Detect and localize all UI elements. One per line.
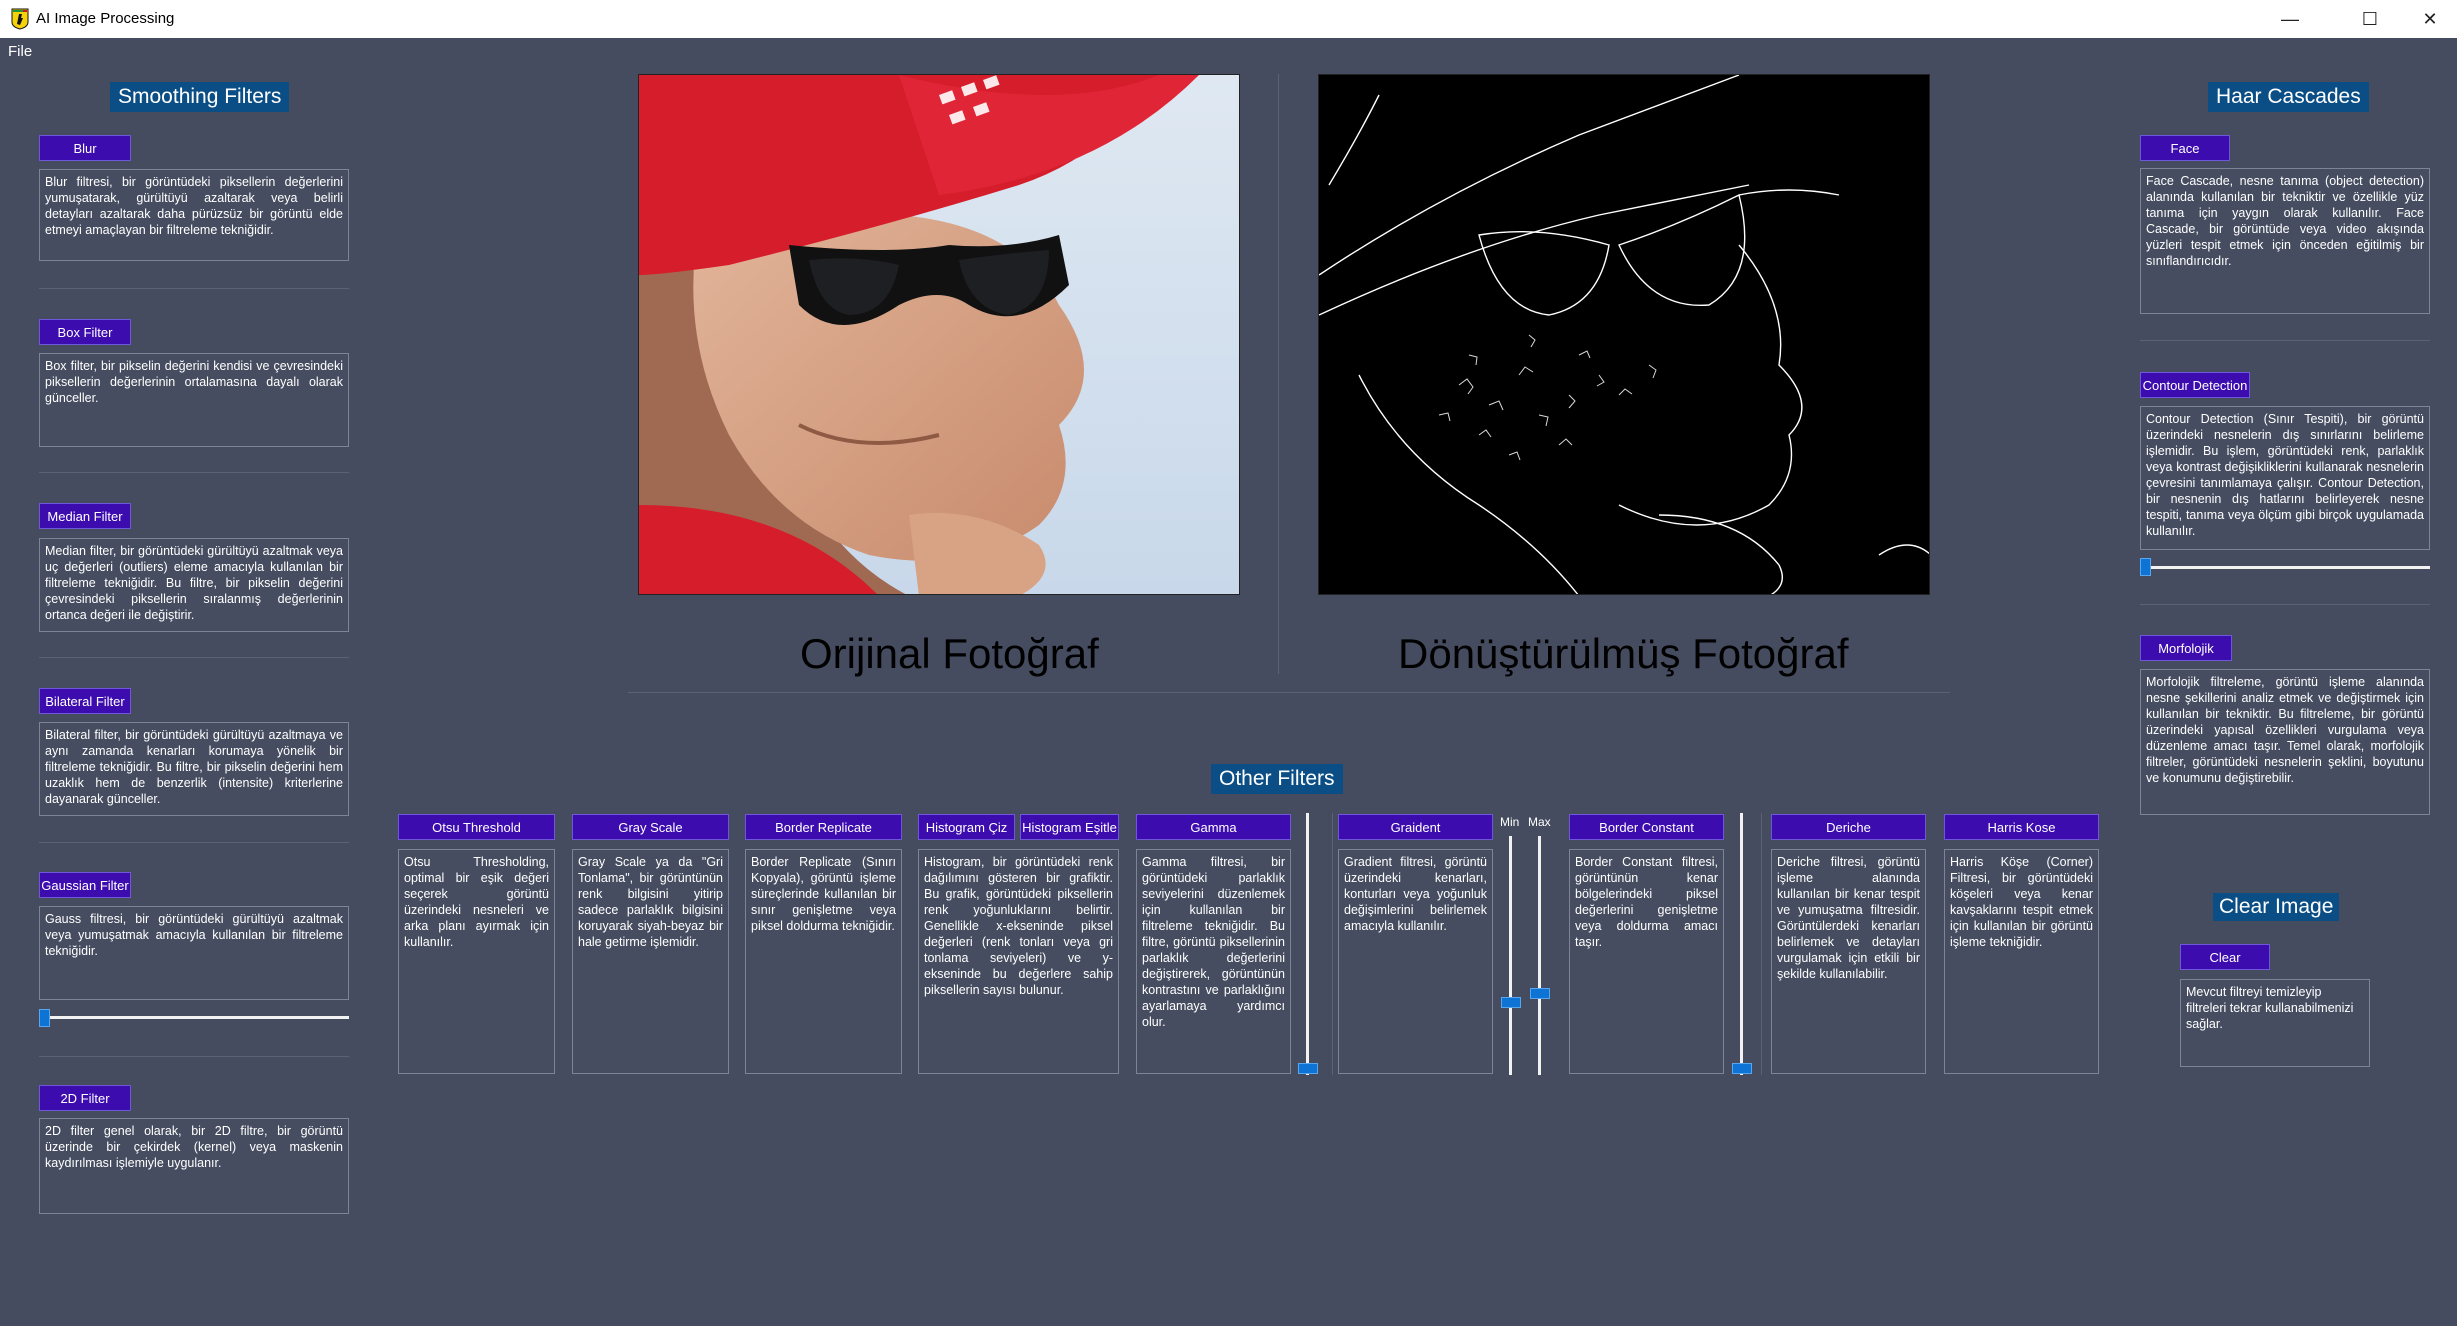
gaussian-filter-description: Gauss filtresi, bir görüntüdeki gürültüy…: [39, 906, 349, 1000]
face-button[interactable]: Face: [2140, 135, 2230, 161]
close-icon: ✕: [2422, 8, 2438, 29]
histogram-draw-button[interactable]: Histogram Çiz: [918, 814, 1015, 840]
gamma-slider-handle[interactable]: [1298, 1063, 1318, 1074]
2d-filter-button[interactable]: 2D Filter: [39, 1085, 131, 1111]
median-filter-description: Median filter, bir görüntüdeki gürültüyü…: [39, 538, 349, 632]
original-image: [638, 74, 1240, 595]
clear-image-title: Clear Image: [2213, 893, 2340, 921]
harris-corner-button[interactable]: Harris Kose: [1944, 814, 2099, 840]
border-constant-button[interactable]: Border Constant: [1569, 814, 1724, 840]
other-filters-title: Other Filters: [1211, 764, 1343, 794]
title-bar: AI Image Processing — ☐ ✕: [0, 0, 2457, 38]
gray-scale-description: Gray Scale ya da "Gri Tonlama", bir görü…: [572, 849, 729, 1074]
2d-filter-description: 2D filter genel olarak, bir 2D filtre, b…: [39, 1118, 349, 1214]
gradient-button[interactable]: Graident: [1338, 814, 1493, 840]
gamma-button[interactable]: Gamma: [1136, 814, 1291, 840]
bilateral-filter-description: Bilateral filter, bir görüntüdeki gürült…: [39, 722, 349, 816]
divider: [39, 657, 349, 658]
contour-detection-description: Contour Detection (Sınır Tespiti), bir g…: [2140, 406, 2430, 550]
converted-caption: Dönüştürülmüş Fotoğraf: [1398, 630, 1849, 677]
clear-description: Mevcut filtreyi temizleyip filtreleri te…: [2180, 979, 2370, 1067]
contour-detection-button[interactable]: Contour Detection: [2140, 372, 2250, 398]
border-constant-description: Border Constant filtresi, görüntünün ken…: [1569, 849, 1724, 1074]
deriche-button[interactable]: Deriche: [1771, 814, 1926, 840]
divider: [2140, 604, 2430, 605]
minimize-button[interactable]: —: [2255, 0, 2325, 38]
minimize-icon: —: [2281, 8, 2299, 29]
smoothing-filters-title: Smoothing Filters: [110, 82, 290, 112]
original-caption: Orijinal Fotoğraf: [800, 630, 1099, 677]
median-filter-button[interactable]: Median Filter: [39, 503, 131, 529]
menu-file[interactable]: File: [8, 43, 32, 60]
border-replicate-button[interactable]: Border Replicate: [745, 814, 902, 840]
gamma-slider-track[interactable]: [1306, 813, 1309, 1075]
divider: [39, 472, 349, 473]
otsu-threshold-description: Otsu Thresholding, optimal bir eşik değe…: [398, 849, 555, 1074]
gradient-min-label: Min: [1500, 815, 1520, 829]
clear-button[interactable]: Clear: [2180, 944, 2270, 970]
haar-cascades-title: Haar Cascades: [2208, 82, 2369, 112]
border-replicate-description: Border Replicate (Sınırı Kopyala), görün…: [745, 849, 902, 1074]
border-constant-slider-handle[interactable]: [1732, 1063, 1752, 1074]
converted-image: [1318, 74, 1930, 595]
close-button[interactable]: ✕: [2395, 0, 2457, 38]
contour-slider-handle[interactable]: [2140, 558, 2151, 576]
histogram-description: Histogram, bir görüntüdeki renk dağılımı…: [918, 849, 1119, 1074]
harris-corner-description: Harris Köşe (Corner) Filtresi, bir görün…: [1944, 849, 2099, 1074]
divider: [2140, 340, 2430, 341]
gaussian-slider-track[interactable]: [39, 1016, 349, 1019]
divider: [39, 842, 349, 843]
window-title: AI Image Processing: [36, 10, 175, 27]
app-logo-icon: [11, 8, 29, 30]
deriche-description: Deriche filtresi, görüntü işleme alanınd…: [1771, 849, 1926, 1074]
box-filter-button[interactable]: Box Filter: [39, 319, 131, 345]
histogram-equalize-button[interactable]: Histogram Eşitle: [1020, 814, 1119, 840]
gradient-max-slider-handle[interactable]: [1530, 988, 1550, 999]
divider: [39, 288, 349, 289]
morphological-button[interactable]: Morfolojik: [2140, 635, 2232, 661]
blur-description: Blur filtresi, bir görüntüdeki pikseller…: [39, 169, 349, 261]
face-description: Face Cascade, nesne tanıma (object detec…: [2140, 168, 2430, 314]
contour-slider-track[interactable]: [2140, 566, 2430, 569]
image-divider: [1278, 74, 1279, 674]
box-filter-description: Box filter, bir pikselin değerini kendis…: [39, 353, 349, 447]
gaussian-filter-button[interactable]: Gaussian Filter: [39, 872, 131, 898]
border-constant-slider-track[interactable]: [1740, 813, 1743, 1075]
edge-photo-illustration: [1319, 75, 1929, 594]
gradient-min-slider-handle[interactable]: [1501, 997, 1521, 1008]
original-photo-illustration: [639, 75, 1239, 594]
gray-scale-button[interactable]: Gray Scale: [572, 814, 729, 840]
divider: [628, 692, 1950, 693]
divider: [39, 1056, 349, 1057]
gradient-description: Gradient filtresi, görüntü üzerindeki ke…: [1338, 849, 1493, 1074]
maximize-icon: ☐: [2361, 8, 2379, 29]
gaussian-slider-handle[interactable]: [39, 1009, 50, 1027]
divider: [1332, 813, 1333, 1075]
gradient-max-label: Max: [1528, 815, 1551, 829]
otsu-threshold-button[interactable]: Otsu Threshold: [398, 814, 555, 840]
blur-button[interactable]: Blur: [39, 135, 131, 161]
bilateral-filter-button[interactable]: Bilateral Filter: [39, 688, 131, 714]
divider: [1761, 813, 1762, 1075]
gradient-max-slider-track[interactable]: [1538, 836, 1541, 1075]
morphological-description: Morfolojik filtreleme, görüntü işleme al…: [2140, 669, 2430, 815]
gradient-min-slider-track[interactable]: [1509, 836, 1512, 1075]
gamma-description: Gamma filtresi, bir görüntüdeki parlaklı…: [1136, 849, 1291, 1074]
